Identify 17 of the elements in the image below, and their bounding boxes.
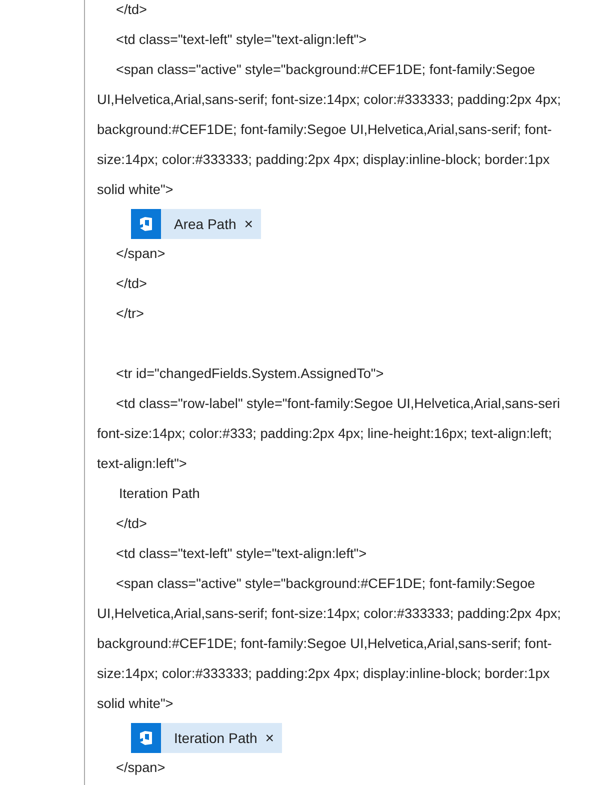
- field-tag: Iteration Path ×: [131, 723, 282, 753]
- code-line: </td>: [115, 1, 148, 19]
- close-icon[interactable]: ×: [257, 730, 274, 746]
- code-line: <td class="text-left" style="text-align:left">: [115, 545, 368, 563]
- code-line: </span>: [115, 759, 166, 777]
- code-line: <td class="text-left" style="text-align:left">: [115, 31, 368, 49]
- code-line: <td class="row-label" style="font-family:Segoe UI,Helvetica,Arial,sans-seri font-size:14px; color:#333; padding:2px 4px; line-height:16px; text-align:left; text-align:left">: [97, 395, 561, 473]
- code-line: <tr id="changedFields.System.AssignedTo">: [115, 365, 385, 383]
- code-line: </span>: [115, 245, 166, 263]
- code-line: </td>: [115, 275, 148, 293]
- code-line: </td>: [115, 515, 148, 533]
- code-line: <span class="active" style="background:#CEF1DE; font-family:Segoe UI,Helvetica,Arial,sans-serif; font-size:14px; color:#333333; padding:2px 4px; background:#CEF1DE; font-family:Segoe UI,Helvetica,Arial,sans-serif; font- size:14px; color:#333333; padding:2px 4px; display:inline-block; border:1px solid white">: [97, 575, 562, 713]
- field-tag: Area Path ×: [131, 209, 262, 239]
- code-line: </tr>: [115, 305, 145, 323]
- close-icon[interactable]: ×: [236, 216, 254, 232]
- code-line: <span class="active" style="background:#CEF1DE; font-family:Segoe UI,Helvetica,Arial,sans-serif; font-size:14px; color:#333333; padding:2px 4px; background:#CEF1DE; font-family:Segoe UI,Helvetica,Arial,sans-serif; font- size:14px; color:#333333; padding:2px 4px; display:inline-block; border:1px solid white">: [97, 61, 562, 199]
- field-label: Iteration Path: [118, 485, 201, 503]
